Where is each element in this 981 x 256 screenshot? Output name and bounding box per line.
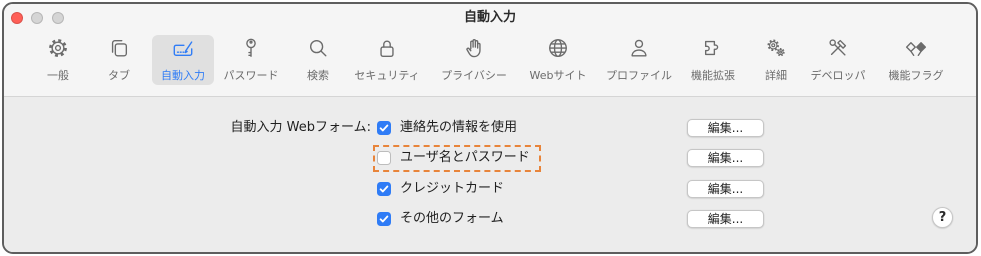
checkmark-icon [379, 215, 389, 223]
autofill-option-usernames-passwords: ユーザ名とパスワード 編集... [373, 145, 764, 172]
autofill-option-credit-cards: クレジットカード 編集... [373, 179, 764, 199]
checkbox-label: 連絡先の情報を使用 [400, 120, 518, 135]
edit-other-forms-button[interactable]: 編集... [687, 210, 764, 228]
usernames-passwords-checkbox[interactable] [377, 151, 391, 165]
help-button[interactable]: ? [932, 207, 953, 228]
checkmark-icon [379, 185, 389, 193]
autofill-option-contact-info: 連絡先の情報を使用 編集... [373, 118, 764, 138]
checkbox-label: ユーザ名とパスワード [400, 150, 530, 165]
hand-icon [463, 37, 485, 59]
window-title: 自動入力 [463, 10, 516, 25]
lock-icon [376, 37, 398, 59]
checkmark-icon [379, 124, 389, 132]
safari-settings-window: 自動入力 一般 タブ 自動入力 パスワード 検索 セキュリティ プライバシー W… [2, 2, 978, 254]
autofill-option-other-forms: その他のフォーム 編集... [373, 209, 764, 229]
edit-credit-cards-button[interactable]: 編集... [687, 180, 764, 198]
flags-icon [905, 37, 927, 59]
toolbar-item-security[interactable]: セキュリティ [354, 35, 420, 85]
gears-icon [765, 37, 787, 59]
edit-contact-info-button[interactable]: 編集... [687, 119, 764, 137]
autofill-pane: 自動入力 Webフォーム: 連絡先の情報を使用 編集... ユーザ名とパスワード… [4, 97, 976, 252]
person-icon [628, 37, 650, 59]
edit-usernames-passwords-button[interactable]: 編集... [687, 149, 764, 167]
checkbox-label: その他のフォーム [400, 211, 504, 226]
other-forms-checkbox[interactable] [377, 212, 391, 226]
checkbox-label: クレジットカード [400, 181, 505, 196]
gear-icon [47, 37, 69, 59]
tools-icon [827, 37, 849, 59]
search-icon [307, 37, 329, 59]
autofill-section-label: 自動入力 Webフォーム: [230, 120, 371, 135]
toolbar-item-label: 機能フラグ [888, 69, 944, 82]
extension-icon [702, 37, 724, 59]
tabs-icon [108, 37, 130, 59]
globe-icon [547, 37, 569, 59]
title-bar-toolbar: 自動入力 一般 タブ 自動入力 パスワード 検索 セキュリティ プライバシー W… [4, 4, 976, 97]
key-icon [240, 37, 262, 59]
toolbar-item-privacy[interactable]: プライバシー [441, 35, 507, 85]
contact-info-checkbox[interactable] [377, 121, 391, 135]
autofill-form-icon [172, 37, 194, 59]
toolbar-item-feature-flags[interactable]: 機能フラグ [885, 35, 947, 85]
credit-cards-checkbox[interactable] [377, 182, 391, 196]
